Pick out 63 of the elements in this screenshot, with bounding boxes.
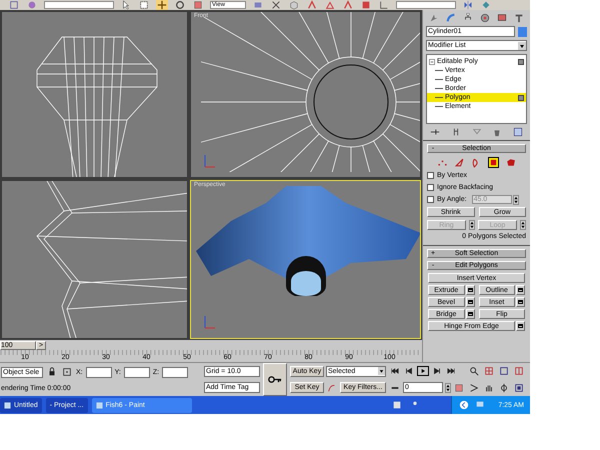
- coordinate-field[interactable]: [124, 366, 150, 378]
- play-icon[interactable]: [417, 366, 429, 376]
- app-icon: [4, 402, 11, 408]
- bulb-icon[interactable]: [518, 94, 524, 100]
- maximize-icon[interactable]: [513, 382, 525, 393]
- field-of-view-icon[interactable]: [468, 382, 480, 393]
- collapse-icon[interactable]: [429, 58, 435, 64]
- caret-icon: [518, 42, 526, 50]
- go-start-icon[interactable]: [389, 366, 401, 376]
- element-icon[interactable]: [505, 156, 516, 168]
- polygon-icon[interactable]: [488, 156, 499, 168]
- move-icon[interactable]: [156, 0, 168, 10]
- object-color-swatch[interactable]: [518, 26, 527, 36]
- coordinate-field[interactable]: [162, 366, 188, 378]
- key-icon: [268, 376, 282, 383]
- spinner-icon[interactable]: [512, 194, 519, 204]
- settings-button[interactable]: [516, 297, 525, 307]
- hammer-icon[interactable]: [512, 13, 525, 23]
- time-config-icon[interactable]: [453, 382, 465, 392]
- spinner-icon[interactable]: [445, 382, 451, 392]
- checkbox[interactable]: [427, 184, 434, 191]
- edge-icon[interactable]: [454, 156, 465, 168]
- spinner-snap-icon[interactable]: [360, 0, 372, 10]
- next-frame-icon[interactable]: [431, 366, 443, 376]
- link-icon[interactable]: [8, 0, 20, 10]
- bulb-icon[interactable]: [518, 58, 524, 64]
- filter-dropdown[interactable]: [44, 1, 114, 9]
- checkbox[interactable]: [427, 196, 434, 203]
- axis-icon: [203, 314, 217, 330]
- previous-frame-icon[interactable]: [403, 366, 415, 376]
- settings-button[interactable]: [466, 309, 474, 319]
- coordinate-field[interactable]: [86, 366, 112, 378]
- chevron-left-icon[interactable]: [458, 400, 470, 410]
- go-end-icon[interactable]: [445, 366, 457, 376]
- bend-icon[interactable]: [445, 13, 458, 23]
- key-mode-button[interactable]: [263, 363, 287, 396]
- settings-button[interactable]: [516, 285, 525, 295]
- wheel-icon[interactable]: [478, 13, 491, 23]
- mirror-tool-icon[interactable]: [462, 0, 474, 10]
- caret-icon: [378, 367, 385, 376]
- viewport[interactable]: [1, 11, 188, 178]
- cursor-icon[interactable]: [120, 0, 132, 10]
- pin-icon[interactable]: [429, 127, 441, 137]
- absolute-mode-icon[interactable]: [61, 367, 73, 378]
- rotate-icon[interactable]: [174, 0, 186, 10]
- zoom-icon[interactable]: [468, 366, 480, 376]
- scale-icon[interactable]: [192, 0, 204, 10]
- settings-button[interactable]: [466, 297, 474, 307]
- axis-icon: [203, 153, 217, 169]
- zoom-extents-icon[interactable]: [498, 366, 510, 376]
- spinner-icon[interactable]: [520, 220, 526, 230]
- settings-button[interactable]: [466, 285, 474, 295]
- checkbox[interactable]: [427, 172, 434, 179]
- spinner-icon[interactable]: [469, 220, 475, 230]
- app-icon: [96, 402, 103, 408]
- monitor-icon[interactable]: [496, 13, 508, 23]
- zoom-extents-all-icon[interactable]: [513, 366, 525, 376]
- configure-icon[interactable]: [512, 127, 524, 137]
- named-selection-dropdown[interactable]: [396, 1, 456, 9]
- angle-snap-icon[interactable]: [324, 0, 336, 10]
- select-icon[interactable]: [138, 0, 150, 10]
- settings-button[interactable]: [516, 321, 525, 331]
- speaker-icon[interactable]: [391, 400, 404, 410]
